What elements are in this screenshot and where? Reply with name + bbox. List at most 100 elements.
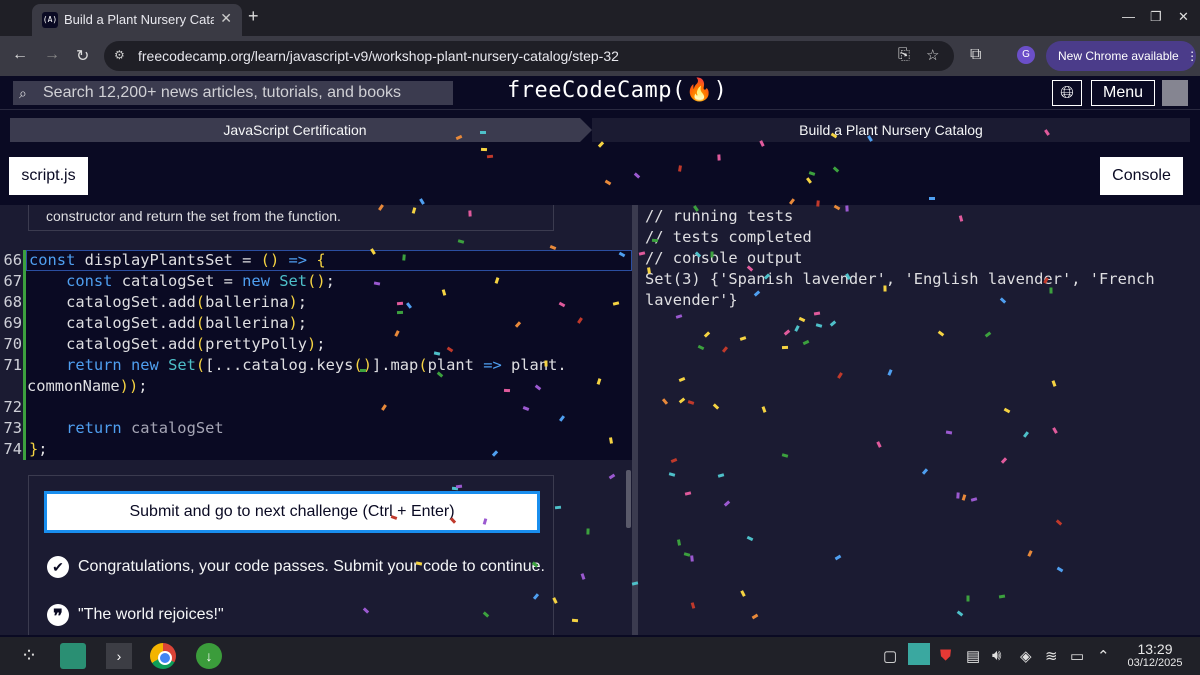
check-circle-icon: ✔ <box>47 556 69 578</box>
more-options-icon[interactable]: ⋮ <box>1186 49 1198 63</box>
quote-text: "The world rejoices!" <box>78 606 224 624</box>
editor-scrollbar[interactable] <box>625 470 632 635</box>
confetti-piece <box>481 148 488 152</box>
confetti-piece <box>597 141 605 149</box>
vpn-icon[interactable]: ◈ <box>1020 647 1032 665</box>
encouragement-quote: ❞ "The world rejoices!" <box>47 604 224 626</box>
confetti-piece <box>806 176 813 184</box>
confetti-piece <box>717 153 721 161</box>
confetti-piece <box>813 311 821 316</box>
breadcrumb-workshop[interactable]: Build a Plant Nursery Catalog <box>592 118 1190 142</box>
browser-tab-title: Build a Plant Nursery Catalog <box>64 12 214 27</box>
confetti-piece <box>373 281 381 286</box>
minimize-icon[interactable]: — <box>1122 9 1135 24</box>
confetti-piece <box>845 205 849 212</box>
profile-avatar[interactable]: G <box>1017 46 1035 64</box>
code-line[interactable]: 73 return catalogSet <box>0 418 632 439</box>
challenge-actions-panel: Submit and go to next challenge (Ctrl + … <box>28 475 554 635</box>
breadcrumb-certification[interactable]: JavaScript Certification <box>10 118 592 142</box>
confetti-piece <box>456 484 463 489</box>
tray-expand-icon[interactable]: ⌃ <box>1097 647 1110 665</box>
search-icon: ⌕ <box>19 85 27 101</box>
language-globe-icon[interactable]: 🌐︎ <box>1052 80 1082 106</box>
battery-icon[interactable]: ▭ <box>1070 647 1084 665</box>
challenge-description: constructor and return the set from the … <box>28 205 554 231</box>
omnibox[interactable]: ⚙ freecodecamp.org/learn/javascript-v9/w… <box>104 41 954 71</box>
launcher-icon[interactable]: ⁘ <box>16 643 42 669</box>
freecodecamp-logo[interactable]: freeCodeCamp(🔥) <box>507 78 727 103</box>
confetti-piece <box>604 179 612 186</box>
confetti-piece <box>360 368 367 372</box>
forward-icon[interactable]: → <box>44 46 60 64</box>
success-text: Congratulations, your code passes. Submi… <box>78 558 545 576</box>
reload-icon[interactable]: ↻ <box>76 46 89 66</box>
confetti-piece <box>586 528 590 535</box>
tab-script-js[interactable]: script.js <box>9 157 88 195</box>
clipboard-icon[interactable]: ▤ <box>966 647 980 665</box>
browser-tab-bar: (A) Build a Plant Nursery Catalog ✕ + — … <box>0 0 1200 36</box>
console-line: // running tests <box>645 207 794 225</box>
confetti-piece <box>781 346 788 350</box>
confetti-piece <box>504 388 511 392</box>
code-line[interactable]: 67 const catalogSet = new Set(); <box>0 271 632 292</box>
code-line[interactable]: 70 catalogSet.add(prettyPolly); <box>0 334 632 355</box>
code-editor[interactable]: 66 const displayPlantsSet = () => { 67 co… <box>0 250 632 460</box>
success-message: ✔ Congratulations, your code passes. Subm… <box>47 556 545 578</box>
fcc-navbar: ⌕ Search 12,200+ news articles, tutorial… <box>0 76 1200 110</box>
code-line[interactable]: 71 return new Set([...catalog.keys()].ma… <box>0 355 632 376</box>
bookmark-star-icon[interactable]: ☆ <box>926 46 939 64</box>
new-tab-button[interactable]: + <box>248 6 259 27</box>
close-window-icon[interactable]: ✕ <box>1178 9 1189 25</box>
update-app-icon[interactable]: ↓ <box>196 643 222 669</box>
clock-time: 13:29 <box>1137 641 1173 657</box>
code-line[interactable]: 66 const displayPlantsSet = () => { <box>0 250 632 271</box>
confetti-piece <box>397 310 404 314</box>
confetti-piece <box>946 430 953 435</box>
code-line[interactable]: 74}; <box>0 439 632 460</box>
confetti-piece <box>929 196 936 200</box>
os-taskbar: ⁘ › ↓ ▢ ⛊ ▤ 🔊︎ ◈ ≋ ▭ ⌃ 13:29 03/12/2025 <box>0 637 1200 675</box>
terminal-app-icon[interactable]: › <box>106 643 132 669</box>
confetti-piece <box>689 555 694 563</box>
restore-icon[interactable]: ❐ <box>1150 9 1162 25</box>
code-line[interactable]: 69 catalogSet.add(ballerina); <box>0 313 632 334</box>
confetti-piece <box>486 154 493 158</box>
confetti-piece <box>543 360 548 367</box>
wifi-icon[interactable]: ≋ <box>1045 647 1058 665</box>
freecodecamp-favicon-icon: (A) <box>42 12 58 28</box>
screen-icon[interactable]: ▢ <box>883 647 897 665</box>
back-icon[interactable]: ← <box>12 46 28 64</box>
quote-icon: ❞ <box>47 604 69 626</box>
confetti-piece <box>833 165 840 173</box>
url-text[interactable]: freecodecamp.org/learn/javascript-v9/wor… <box>138 48 619 64</box>
code-line[interactable]: 72 <box>0 397 632 418</box>
window-preview-icon[interactable] <box>908 643 930 665</box>
browser-tab[interactable]: (A) Build a Plant Nursery Catalog ✕ <box>32 4 242 36</box>
user-avatar[interactable] <box>1162 80 1188 106</box>
console-line: // console output <box>645 249 803 267</box>
files-app-icon[interactable] <box>60 643 86 669</box>
confetti-piece <box>966 595 970 602</box>
tab-console[interactable]: Console <box>1100 157 1183 195</box>
site-settings-icon[interactable]: ⚙ <box>114 48 128 62</box>
close-tab-icon[interactable]: ✕ <box>220 10 232 27</box>
breadcrumb: JavaScript Certification Build a Plant N… <box>10 118 1190 142</box>
search-placeholder: Search 12,200+ news articles, tutorials,… <box>43 84 401 101</box>
new-chrome-available-button[interactable]: New Chrome available ⋮ <box>1046 41 1198 71</box>
chrome-app-icon[interactable] <box>150 643 176 669</box>
volume-icon[interactable]: 🔊︎ <box>992 647 1001 664</box>
confetti-piece <box>808 171 816 177</box>
install-app-icon[interactable]: ⎘ <box>898 46 910 63</box>
confetti-piece <box>998 594 1005 598</box>
code-line[interactable]: 68 catalogSet.add(ballerina); <box>0 292 632 313</box>
search-input[interactable]: ⌕ Search 12,200+ news articles, tutorial… <box>13 81 453 105</box>
extensions-icon[interactable]: ⧉ <box>970 46 981 64</box>
confetti-piece <box>554 505 561 509</box>
menu-button[interactable]: Menu <box>1091 80 1155 106</box>
confetti-piece <box>402 254 406 261</box>
clock[interactable]: 13:29 03/12/2025 <box>1120 641 1190 669</box>
submit-next-challenge-button[interactable]: Submit and go to next challenge (Ctrl + … <box>44 491 540 533</box>
scrollbar-thumb[interactable] <box>626 470 631 528</box>
security-shield-icon[interactable]: ⛊ <box>940 647 951 664</box>
confetti-piece <box>468 210 472 217</box>
